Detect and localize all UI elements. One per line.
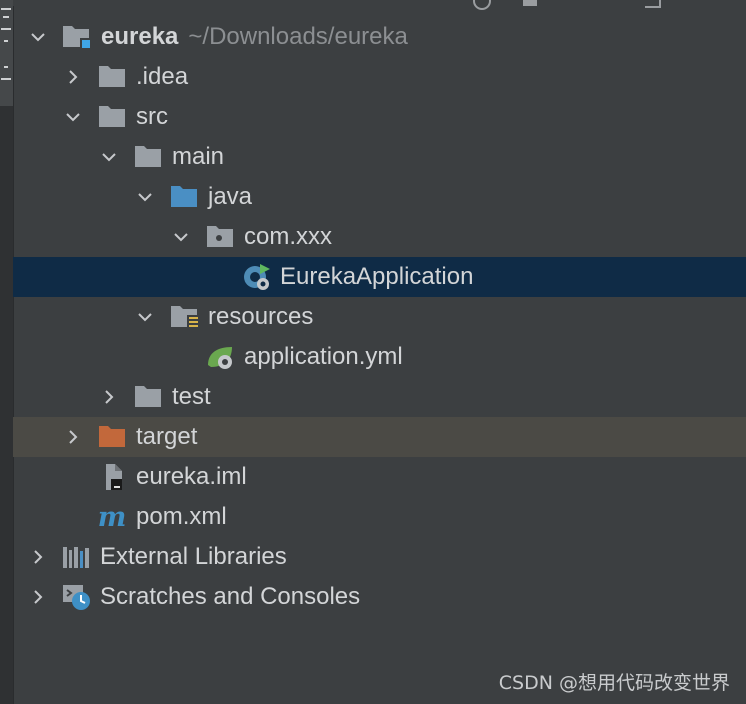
chevron-down-icon[interactable] [61,97,85,137]
tree-row-test[interactable]: test [13,377,746,417]
folder-icon [97,103,127,131]
tree-row-eureka[interactable]: eureka ~/Downloads/eureka [13,17,746,57]
tree-row-resources[interactable]: resources [13,297,746,337]
tree-row-label: eureka.iml [136,463,247,490]
package-icon [205,223,235,251]
tree-row-label: External Libraries [100,543,287,570]
project-tool-tab[interactable] [0,0,13,106]
folder-icon [133,383,163,411]
chevron-right-icon[interactable] [61,417,85,457]
tree-row-label: com.xxx [244,223,333,250]
project-path: ~/Downloads/eureka [188,23,408,50]
spring-boot-class-icon [241,263,271,291]
svg-text:m: m [98,503,127,531]
tree-row-idea[interactable]: .idea [13,57,746,97]
tree-row-label: Scratches and Consoles [100,583,361,610]
tree-row-scratches[interactable]: Scratches and Consoles [13,577,746,617]
tree-row-label: test [172,383,211,410]
chevron-down-icon[interactable] [97,137,121,177]
folder-icon [133,143,163,171]
tree-row-application-yml[interactable]: application.yml [13,337,746,377]
tree-row-eureka-iml[interactable]: eureka.iml [13,457,746,497]
collapse-all-icon[interactable] [523,0,537,6]
scratches-clock-icon [61,583,91,611]
tree-row-main[interactable]: main [13,137,746,177]
chevron-right-icon[interactable] [26,537,50,577]
tree-row-java[interactable]: java [13,177,746,217]
tree-row-label: resources [208,303,314,330]
tree-row-target[interactable]: target [13,417,746,457]
options-icon[interactable] [645,0,661,8]
tree-row-label: .idea [136,63,189,90]
chevron-right-icon[interactable] [26,577,50,617]
folder-icon [97,63,127,91]
chevron-right-icon[interactable] [61,57,85,97]
tree-row-label: eureka ~/Downloads/eureka [101,23,408,50]
csdn-watermark: CSDN @想用代码改变世界 [498,672,730,694]
tree-row-external-libraries[interactable]: External Libraries [13,537,746,577]
tree-row-label: java [208,183,253,210]
tree-row-pom-xml[interactable]: m pom.xml [13,497,746,537]
module-folder-icon [61,23,91,51]
chevron-right-icon[interactable] [97,377,121,417]
project-tool-window: eureka ~/Downloads/eureka .idea src main… [0,0,746,704]
tree-row-label: src [136,103,168,130]
source-folder-icon [169,183,199,211]
tree-row-com-xxx[interactable]: com.xxx [13,217,746,257]
excluded-folder-icon [97,423,127,451]
chevron-down-icon[interactable] [133,177,157,217]
tree-row-src[interactable]: src [13,97,746,137]
tree-row-label: EurekaApplication [280,263,474,290]
project-tree: eureka ~/Downloads/eureka .idea src main… [13,17,746,617]
maven-icon: m [97,503,127,531]
tree-row-eureka-application[interactable]: EurekaApplication [13,257,746,297]
library-icon [61,543,91,571]
resources-folder-icon [169,303,199,331]
tree-row-label: main [172,143,225,170]
chevron-down-icon[interactable] [133,297,157,337]
tree-row-label: pom.xml [136,503,227,530]
left-tool-strip [0,0,14,704]
tree-row-label: application.yml [244,343,403,370]
locate-icon[interactable] [473,0,491,10]
chevron-down-icon[interactable] [169,217,193,257]
spring-config-leaf-icon [205,343,235,371]
chevron-down-icon[interactable] [26,17,50,57]
module-file-icon [97,463,127,491]
tool-window-header [13,0,746,10]
tree-row-label: target [136,423,198,450]
